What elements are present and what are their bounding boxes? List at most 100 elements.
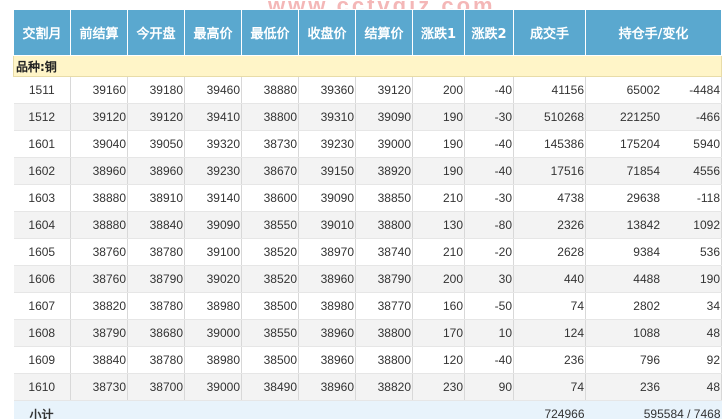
cell-low: 38490 [241, 373, 299, 401]
cell-prev-settle: 38880 [70, 184, 128, 212]
table-row: 1603 38880 38910 39140 38600 39090 38850 210 -30… [13, 184, 722, 212]
cell-open-interest-change: 13842 1092 [585, 211, 722, 239]
cell-open-interest-change: 1088 48 [585, 319, 722, 347]
cell-delivery-month: 1604 [13, 211, 71, 239]
futures-table-container: 交割月 前结算 今开盘 最高价 最低价 收盘价 结算价 涨跌1 涨跌2 成交手 … [13, 9, 727, 419]
header-delivery-month: 交割月 [13, 9, 71, 56]
open-interest-value: 236 [639, 380, 660, 394]
cell-open-interest-change: 29638 -118 [585, 184, 722, 212]
cell-prev-settle: 38790 [70, 319, 128, 347]
cell-low: 38550 [241, 319, 299, 347]
open-interest-change-value: 5940 [693, 137, 720, 151]
open-interest-change-value: -118 [696, 191, 720, 205]
cell-change2: -40 [464, 76, 514, 104]
cell-prev-settle: 38760 [70, 265, 128, 293]
cell-open-interest-change: 65002 -4484 [585, 76, 722, 104]
cell-delivery-month: 1603 [13, 184, 71, 212]
cell-volume: 236 [513, 346, 586, 374]
cell-low: 38880 [241, 76, 299, 104]
open-interest-change-value: -4484 [689, 83, 720, 97]
cell-open-interest-change: 236 48 [585, 373, 722, 401]
header-open: 今开盘 [127, 9, 185, 56]
cell-change1: 200 [412, 76, 465, 104]
cell-change1: 200 [412, 265, 465, 293]
header-high: 最高价 [184, 9, 242, 56]
cell-close: 38960 [298, 346, 356, 374]
cell-prev-settle: 38880 [70, 211, 128, 239]
open-interest-change-value: 536 [699, 245, 720, 259]
cell-settle: 38800 [355, 211, 413, 239]
header-row: 交割月 前结算 今开盘 最高价 最低价 收盘价 结算价 涨跌1 涨跌2 成交手 … [13, 9, 722, 56]
cell-settle: 38800 [355, 346, 413, 374]
cell-settle: 39120 [355, 76, 413, 104]
cell-volume: 41156 [513, 76, 586, 104]
cell-volume: 4738 [513, 184, 586, 212]
table-row: 1511 39160 39180 39460 38880 39360 39120 200 -40… [13, 76, 722, 104]
cell-settle: 38790 [355, 265, 413, 293]
cell-change2: 90 [464, 373, 514, 401]
cell-settle: 39090 [355, 103, 413, 131]
cell-delivery-month: 1608 [13, 319, 71, 347]
open-interest-change-value: 34 [706, 299, 720, 313]
cell-open-interest-change: 175204 5940 [585, 130, 722, 158]
table-row: 1601 39040 39050 39320 38730 39230 39000 190 -40… [13, 130, 722, 158]
table-row: 1512 39120 39120 39410 38800 39310 39090 190 -30… [13, 103, 722, 131]
cell-prev-settle: 39120 [70, 103, 128, 131]
open-interest-value: 221250 [619, 110, 660, 124]
table-row: 1604 38880 38840 39090 38550 39010 38800 130 -80… [13, 211, 722, 239]
cell-change2: -80 [464, 211, 514, 239]
cell-change1: 190 [412, 130, 465, 158]
category-label: 品种:铜 [13, 55, 722, 77]
cell-close: 39230 [298, 130, 356, 158]
header-volume: 成交手 [513, 9, 586, 56]
cell-settle: 38850 [355, 184, 413, 212]
cell-open: 39180 [127, 76, 185, 104]
cell-prev-settle: 38820 [70, 292, 128, 320]
cell-open-interest-change: 4488 190 [585, 265, 722, 293]
open-interest-value: 71854 [626, 164, 660, 178]
cell-low: 38800 [241, 103, 299, 131]
header-low: 最低价 [241, 9, 299, 56]
subtotal-blank [70, 400, 514, 419]
cell-open: 38790 [127, 265, 185, 293]
cell-open-interest-change: 796 92 [585, 346, 722, 374]
cell-open: 39120 [127, 103, 185, 131]
open-interest-value: 2802 [633, 299, 660, 313]
cell-close: 38970 [298, 238, 356, 266]
open-interest-value: 1088 [633, 326, 660, 340]
cell-high: 39090 [184, 211, 242, 239]
open-interest-value: 796 [639, 353, 660, 367]
cell-volume: 440 [513, 265, 586, 293]
cell-close: 38980 [298, 292, 356, 320]
open-interest-change-value: 92 [706, 353, 720, 367]
cell-change2: 30 [464, 265, 514, 293]
cell-open-interest-change: 71854 4556 [585, 157, 722, 185]
cell-high: 39100 [184, 238, 242, 266]
cell-prev-settle: 39160 [70, 76, 128, 104]
cell-change2: -30 [464, 184, 514, 212]
cell-settle: 38800 [355, 319, 413, 347]
cell-volume: 17516 [513, 157, 586, 185]
cell-volume: 2628 [513, 238, 586, 266]
cell-volume: 74 [513, 292, 586, 320]
cell-high: 39460 [184, 76, 242, 104]
cell-settle: 38740 [355, 238, 413, 266]
cell-change1: 210 [412, 184, 465, 212]
cell-change2: -50 [464, 292, 514, 320]
cell-low: 38500 [241, 292, 299, 320]
cell-delivery-month: 1606 [13, 265, 71, 293]
header-prev-settle: 前结算 [70, 9, 128, 56]
cell-change1: 170 [412, 319, 465, 347]
open-interest-value: 175204 [619, 137, 660, 151]
cell-settle: 38820 [355, 373, 413, 401]
cell-volume: 510268 [513, 103, 586, 131]
cell-open-interest-change: 9384 536 [585, 238, 722, 266]
cell-change1: 210 [412, 238, 465, 266]
cell-low: 38520 [241, 238, 299, 266]
cell-settle: 39000 [355, 130, 413, 158]
table-row: 1610 38730 38700 39000 38490 38960 38820 230 90 7… [13, 373, 722, 401]
cell-delivery-month: 1610 [13, 373, 71, 401]
table-row: 1606 38760 38790 39020 38520 38960 38790 200 30 4… [13, 265, 722, 293]
cell-low: 38670 [241, 157, 299, 185]
cell-change2: -40 [464, 346, 514, 374]
